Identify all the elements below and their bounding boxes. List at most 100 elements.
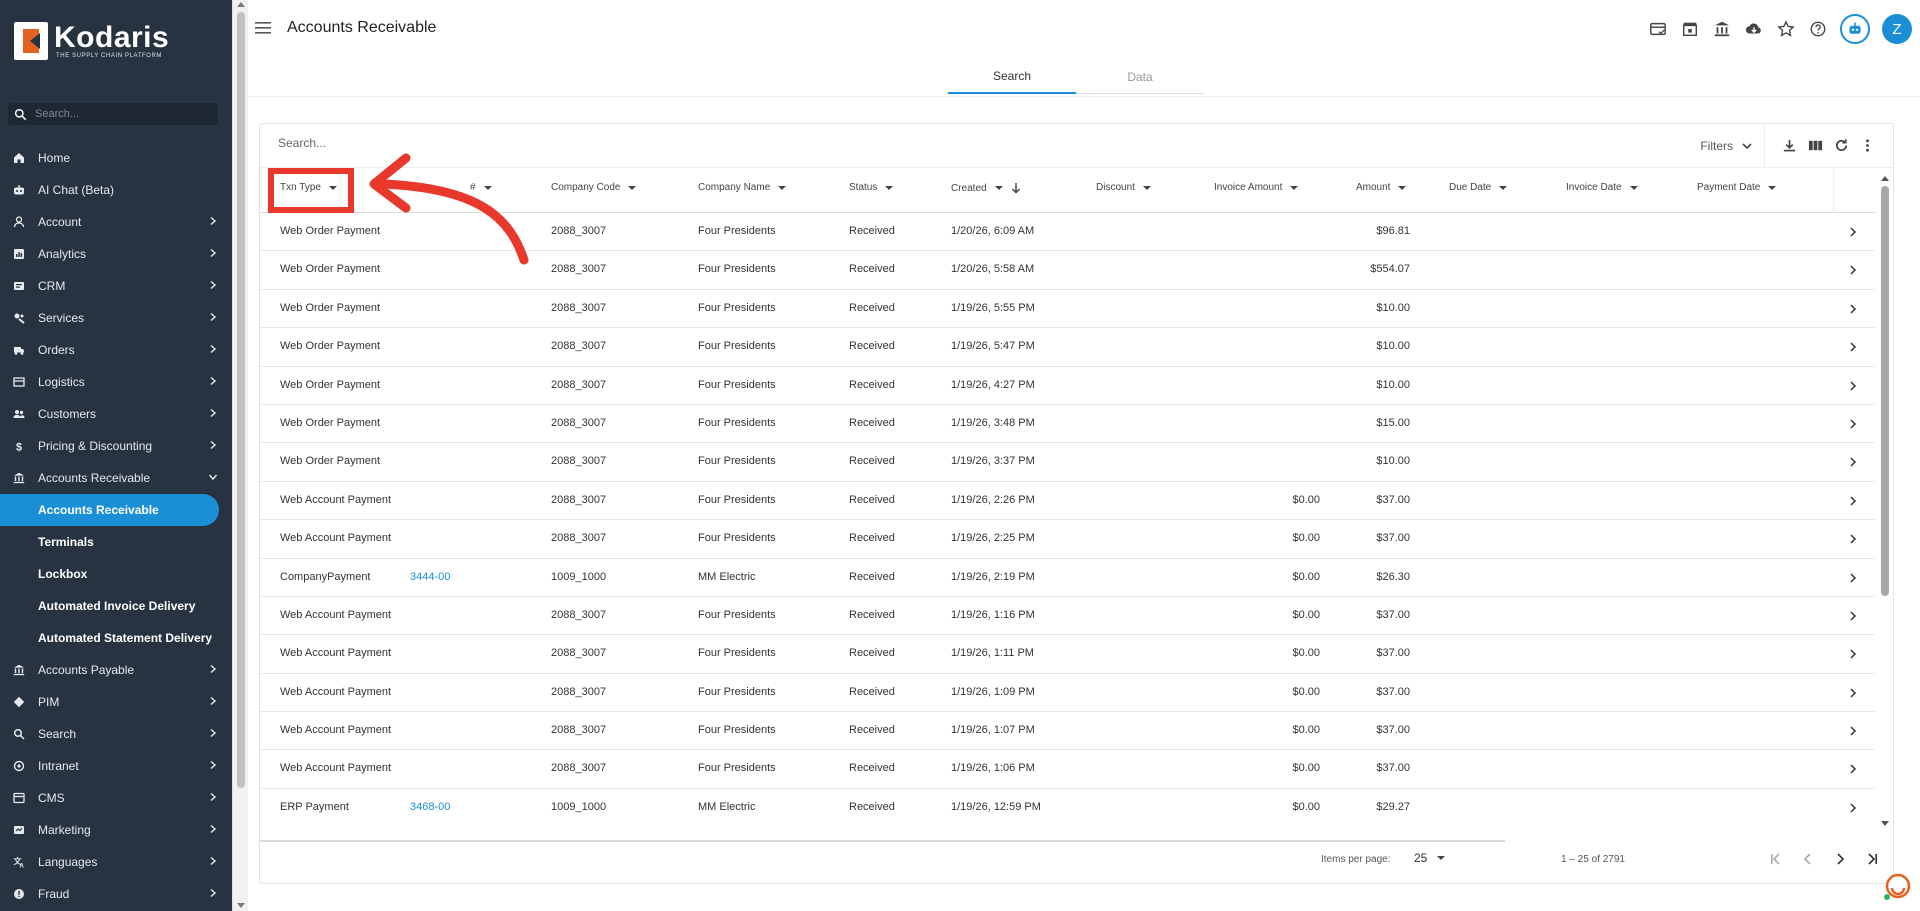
user-avatar[interactable]: Z — [1882, 14, 1912, 44]
menu-icon[interactable] — [254, 20, 272, 36]
payment-card-icon[interactable] — [1648, 19, 1668, 39]
table-row[interactable]: CompanyPayment 3444-00 1009_1000 MM Electri… — [260, 559, 1875, 597]
sidebar-item-fraud[interactable]: Fraud — [0, 878, 232, 910]
download-icon[interactable] — [1781, 136, 1797, 154]
refresh-icon[interactable] — [1833, 136, 1849, 154]
storefront-icon[interactable] — [1680, 19, 1700, 39]
sidebar-item-home[interactable]: Home — [0, 142, 232, 174]
sidebar-item-marketing[interactable]: Marketing — [0, 814, 232, 846]
chevron-right-icon[interactable] — [1846, 532, 1860, 546]
tab-search[interactable]: Search — [948, 60, 1076, 94]
table-row[interactable]: Web Order Payment 2088_3007 Four President… — [260, 405, 1875, 444]
cell-txn-type: Web Account Payment — [280, 532, 392, 545]
sidebar-item-pricing-discounting[interactable]: $ Pricing & Discounting — [0, 430, 232, 462]
items-per-page-select[interactable]: 25 — [1414, 851, 1446, 865]
sidebar-item-accounts-payable[interactable]: Accounts Payable — [0, 654, 232, 686]
table-row[interactable]: Web Order Payment 2088_3007 Four President… — [260, 443, 1875, 482]
tab-data[interactable]: Data — [1076, 60, 1204, 94]
cell-num[interactable]: 3468-00 — [410, 801, 450, 813]
sidebar-item-search[interactable]: Search — [0, 718, 232, 750]
intranet-icon — [12, 759, 26, 773]
cell-txn-type: Web Account Payment — [280, 762, 392, 775]
table-row[interactable]: Web Account Payment 2088_3007 Four Preside… — [260, 520, 1875, 559]
sidebar-subitem-lockbox[interactable]: Lockbox — [0, 558, 232, 590]
ai-assistant-button[interactable] — [1840, 14, 1870, 44]
cell-txn-type: Web Account Payment — [280, 493, 392, 506]
sidebar-item-languages[interactable]: 文 A Languages — [0, 846, 232, 878]
next-page-button[interactable] — [1830, 849, 1850, 869]
sidebar-subitem-terminals[interactable]: Terminals — [0, 526, 232, 558]
table-row[interactable]: Web Order Payment 2088_3007 Four President… — [260, 328, 1875, 367]
sidebar-item-intranet[interactable]: Intranet — [0, 750, 232, 782]
chevron-right-icon[interactable] — [1846, 417, 1860, 431]
column-header-discount[interactable]: Discount — [1096, 182, 1151, 193]
column-header-amount[interactable]: Amount — [1356, 182, 1407, 193]
chevron-right-icon[interactable] — [1846, 379, 1860, 393]
chevron-right-icon[interactable] — [1846, 263, 1860, 277]
chat-bubble-icon[interactable] — [1882, 872, 1912, 902]
sidebar-item-logistics[interactable]: Logistics — [0, 366, 232, 398]
column-header-invoice-date[interactable]: Invoice Date — [1566, 182, 1638, 193]
table-row[interactable]: ERP Payment 3468-00 1009_1000 MM Electric Re… — [260, 789, 1875, 824]
chevron-right-icon[interactable] — [1846, 340, 1860, 354]
sidebar-item-orders[interactable]: Orders — [0, 334, 232, 366]
sidebar-item-cms[interactable]: CMS — [0, 782, 232, 814]
chevron-right-icon[interactable] — [1846, 225, 1860, 239]
kodaris-logo-icon — [14, 22, 48, 60]
column-header-company-code[interactable]: Company Code — [551, 182, 637, 193]
sidebar-item-account[interactable]: Account — [0, 206, 232, 238]
column-header-payment-date[interactable]: Payment Date — [1697, 182, 1777, 193]
sidebar-item-services[interactable]: Services — [0, 302, 232, 334]
chevron-right-icon[interactable] — [1846, 455, 1860, 469]
table-row[interactable]: Web Account Payment 2088_3007 Four Preside… — [260, 674, 1875, 713]
chevron-right-icon[interactable] — [1846, 647, 1860, 661]
chevron-right-icon[interactable] — [1846, 302, 1860, 316]
grid-scrollbar[interactable] — [1879, 176, 1891, 826]
table-row[interactable]: Web Order Payment 2088_3007 Four President… — [260, 367, 1875, 405]
table-row[interactable]: Web Account Payment 2088_3007 Four Preside… — [260, 712, 1875, 751]
sidebar-scrollbar[interactable] — [232, 0, 248, 911]
sidebar-item-ai-chat-beta[interactable]: AI Chat (Beta) — [0, 174, 232, 206]
column-header-created[interactable]: Created — [951, 182, 1021, 194]
table-row[interactable]: Web Account Payment 2088_3007 Four Preside… — [260, 750, 1875, 789]
items-per-page-value: 25 — [1414, 851, 1428, 865]
columns-icon[interactable] — [1807, 136, 1823, 154]
table-row[interactable]: Web Account Payment 2088_3007 Four Preside… — [260, 482, 1875, 521]
chevron-right-icon[interactable] — [1846, 609, 1860, 623]
column-header-invoice-amount[interactable]: Invoice Amount — [1214, 182, 1299, 193]
sidebar-subitem-automated-invoice-delivery[interactable]: Automated Invoice Delivery — [0, 590, 232, 622]
sidebar-subitem-accounts-receivable[interactable]: Accounts Receivable — [0, 494, 219, 526]
more-vert-icon[interactable] — [1859, 136, 1875, 154]
table-row[interactable]: Web Order Payment 2088_3007 Four President… — [260, 290, 1875, 329]
sidebar-item-accounts-receivable[interactable]: Accounts Receivable — [0, 462, 232, 494]
filters-button[interactable]: Filters — [1700, 134, 1753, 158]
chevron-right-icon[interactable] — [1846, 571, 1860, 585]
cloud-download-icon[interactable] — [1744, 19, 1764, 39]
chevron-right-icon[interactable] — [1846, 801, 1860, 815]
last-page-button[interactable] — [1862, 849, 1882, 869]
first-page-button[interactable] — [1766, 849, 1786, 869]
sidebar-subitem-automated-statement-delivery[interactable]: Automated Statement Delivery — [0, 622, 232, 654]
table-row[interactable]: Web Account Payment 2088_3007 Four Preside… — [260, 635, 1875, 674]
sidebar-item-analytics[interactable]: Analytics — [0, 238, 232, 270]
sidebar-search-input[interactable] — [35, 108, 205, 120]
column-header-company-name[interactable]: Company Name — [698, 182, 787, 193]
column-header-status[interactable]: Status — [849, 182, 894, 193]
help-icon[interactable] — [1808, 19, 1828, 39]
previous-page-button[interactable] — [1798, 849, 1818, 869]
cms-icon — [12, 791, 26, 805]
sidebar-item-customers[interactable]: Customers — [0, 398, 232, 430]
chevron-right-icon[interactable] — [1846, 762, 1860, 776]
cell-num[interactable]: 3444-00 — [410, 571, 450, 583]
sidebar-item-pim[interactable]: PIM — [0, 686, 232, 718]
table-row[interactable]: Web Account Payment 2088_3007 Four Preside… — [260, 597, 1875, 636]
chevron-right-icon[interactable] — [1846, 686, 1860, 700]
column-header-due-date[interactable]: Due Date — [1449, 182, 1508, 193]
star-icon[interactable] — [1776, 19, 1796, 39]
bank-icon[interactable] — [1712, 19, 1732, 39]
chevron-right-icon[interactable] — [1846, 724, 1860, 738]
brand-logo[interactable]: Kodaris THE SUPPLY CHAIN PLATFORM — [14, 22, 169, 60]
sidebar-item-crm[interactable]: CRM — [0, 270, 232, 302]
chevron-right-icon[interactable] — [1846, 494, 1860, 508]
truck-icon — [12, 343, 26, 357]
